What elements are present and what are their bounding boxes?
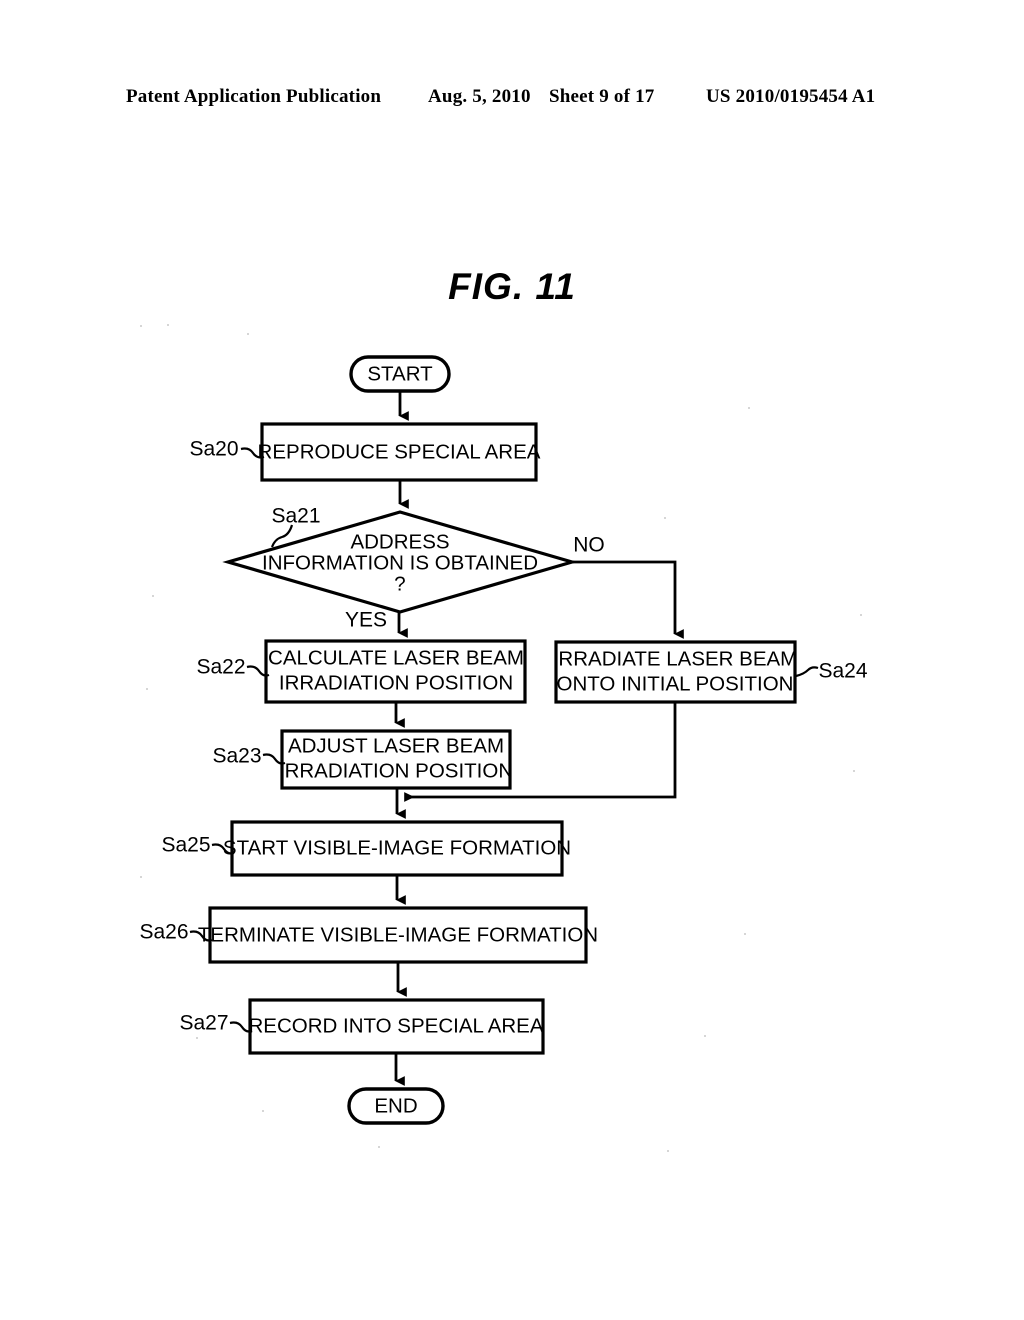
scan-speck: [196, 1037, 198, 1039]
node-start[interactable]: START: [349, 355, 451, 393]
sa24-box-label-line1: IRRADIATE LASER BEAM: [553, 647, 798, 670]
node-sa20[interactable]: REPRODUCE SPECIAL AREA: [258, 422, 541, 482]
branch-label-no: NO: [573, 534, 605, 557]
node-sa27[interactable]: RECORD INTO SPECIAL AREA: [248, 998, 545, 1055]
sa22-box-label-line2: IRRADIATION POSITION: [279, 671, 513, 694]
scan-speck: [860, 614, 862, 616]
scan-speck: [146, 688, 148, 690]
sa22-step-id: Sa22: [196, 656, 245, 679]
scan-speck: [667, 1150, 669, 1152]
scan-speck: [140, 325, 142, 327]
sa27-step-id: Sa27: [179, 1012, 228, 1035]
sa21-decision-label-line1: ADDRESS: [350, 530, 449, 553]
flowchart-container: START REPRODUCE SPECIAL AREA Sa20 ADDRES…: [0, 0, 1024, 1320]
scan-speck: [378, 1146, 380, 1148]
sa24-leader-line: [795, 666, 819, 678]
sa23-step-id: Sa23: [212, 745, 261, 768]
node-sa22[interactable]: CALCULATE LASER BEAM IRRADIATION POSITIO…: [264, 639, 527, 704]
flowchart-svg: START REPRODUCE SPECIAL AREA Sa20 ADDRES…: [139, 355, 868, 1125]
sa23-box-label-line1: ADJUST LASER BEAM: [288, 734, 504, 757]
start-terminator-label: START: [367, 362, 433, 385]
scan-speck: [152, 595, 154, 597]
scan-speck: [664, 517, 666, 519]
scan-speck: [853, 770, 855, 772]
node-sa25[interactable]: START VISIBLE-IMAGE FORMATION: [223, 820, 571, 877]
node-sa23[interactable]: ADJUST LASER BEAM IRRADIATION POSITION: [279, 729, 513, 790]
sa21-decision-label-line2: INFORMATION IS OBTAINED: [262, 551, 538, 574]
node-end[interactable]: END: [347, 1087, 445, 1125]
sa23-box-label-line2: IRRADIATION POSITION: [279, 759, 513, 782]
sa21-decision-label-line3: ?: [394, 572, 405, 595]
node-sa24[interactable]: IRRADIATE LASER BEAM ONTO INITIAL POSITI…: [553, 640, 798, 704]
sa24-box-label-line2: ONTO INITIAL POSITION: [557, 672, 794, 695]
scan-speck: [140, 876, 142, 878]
sa26-step-id: Sa26: [139, 921, 188, 944]
scan-speck: [247, 333, 249, 335]
sa22-box-label-line1: CALCULATE LASER BEAM: [268, 646, 524, 669]
end-terminator-label: END: [374, 1094, 417, 1117]
sa21-step-id: Sa21: [271, 505, 320, 528]
sa24-step-id: Sa24: [818, 660, 867, 683]
sa27-box-label: RECORD INTO SPECIAL AREA: [248, 1014, 543, 1037]
scan-speck: [262, 1110, 264, 1112]
scan-speck: [167, 324, 169, 326]
scan-speck: [704, 1035, 706, 1037]
node-sa26[interactable]: TERMINATE VISIBLE-IMAGE FORMATION: [198, 906, 598, 964]
sa25-step-id: Sa25: [161, 834, 210, 857]
sa26-box-label: TERMINATE VISIBLE-IMAGE FORMATION: [198, 923, 598, 946]
sa20-box-label: REPRODUCE SPECIAL AREA: [258, 440, 541, 463]
sa20-step-id: Sa20: [189, 438, 238, 461]
patent-page: Patent Application Publication Aug. 5, 2…: [0, 0, 1024, 1320]
sa25-box-label: START VISIBLE-IMAGE FORMATION: [223, 836, 571, 859]
scan-speck: [744, 933, 746, 935]
scan-speck: [748, 407, 750, 409]
edge-sa21-no-to-sa24: [572, 560, 684, 639]
flow-nodes: START REPRODUCE SPECIAL AREA Sa20 ADDRES…: [139, 355, 868, 1125]
branch-label-yes: YES: [345, 609, 387, 632]
